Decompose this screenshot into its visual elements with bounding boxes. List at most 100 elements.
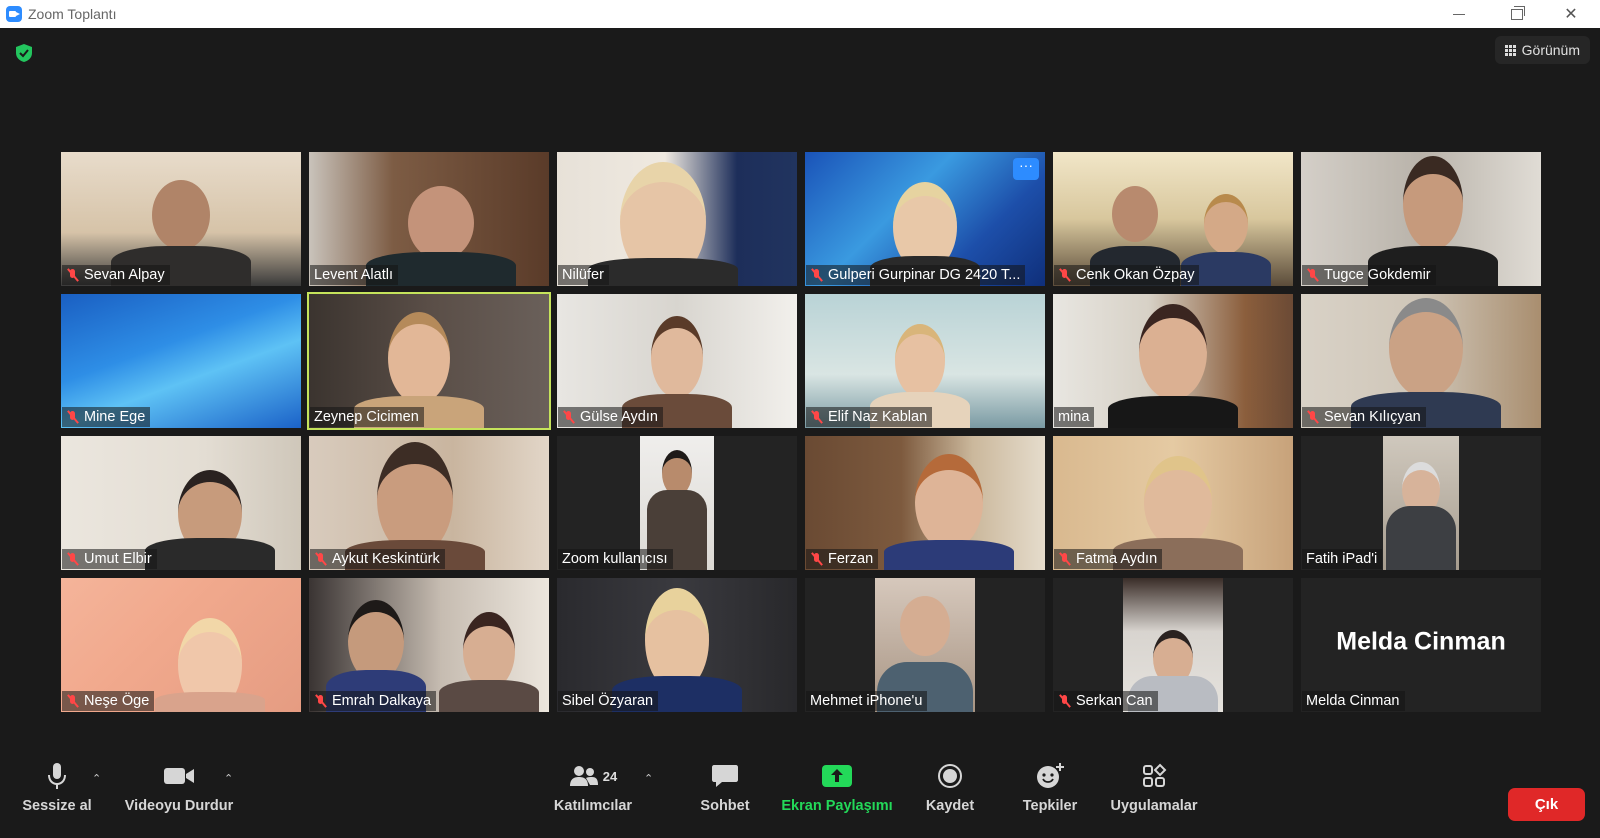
participant-name-tag: Gülse Aydın bbox=[558, 407, 663, 427]
video-tile[interactable]: Umut Elbir bbox=[61, 436, 301, 570]
participant-name-tag: Tugce Gokdemir bbox=[1302, 265, 1436, 285]
participant-name: Cenk Okan Özpay bbox=[1076, 267, 1195, 283]
video-tile[interactable]: Ferzan bbox=[805, 436, 1045, 570]
video-tile[interactable]: Zoom kullanıcısı bbox=[557, 436, 797, 570]
video-tile[interactable]: mina bbox=[1053, 294, 1293, 428]
participant-name-tag: Fatma Aydın bbox=[1054, 549, 1163, 569]
record-button[interactable]: Kaydet bbox=[912, 758, 988, 814]
participant-name: Mehmet iPhone'u bbox=[810, 693, 923, 709]
participant-name: Sevan Alpay bbox=[84, 267, 165, 283]
video-tile[interactable]: Elif Naz Kablan bbox=[805, 294, 1045, 428]
video-tile[interactable]: Sevan Kılıçyan bbox=[1301, 294, 1541, 428]
video-tile[interactable]: Sibel Özyaran bbox=[557, 578, 797, 712]
participant-name: Nilüfer bbox=[562, 267, 604, 283]
participant-name: Levent Alatlı bbox=[314, 267, 393, 283]
muted-mic-icon bbox=[810, 410, 824, 424]
participant-name-tag: Elif Naz Kablan bbox=[806, 407, 933, 427]
video-gallery: Sevan Alpay Levent Alatlı Nilüfer ··· Gu… bbox=[61, 152, 1541, 712]
participant-name: Serkan Can bbox=[1076, 693, 1153, 709]
share-screen-button[interactable]: Ekran Paylaşımı bbox=[778, 758, 896, 814]
participant-name-tag: Umut Elbir bbox=[62, 549, 157, 569]
video-tile[interactable]: Serkan Can bbox=[1053, 578, 1293, 712]
participant-name: Fatih iPad'i bbox=[1306, 551, 1378, 567]
video-tile[interactable]: Neşe Öge bbox=[61, 578, 301, 712]
participant-name: Mine Ege bbox=[84, 409, 146, 425]
participant-name: Neşe Öge bbox=[84, 693, 150, 709]
participant-name-tag: Cenk Okan Özpay bbox=[1054, 265, 1200, 285]
stop-video-button[interactable]: Videoyu Durdur bbox=[118, 758, 240, 814]
view-label: Görünüm bbox=[1521, 42, 1580, 58]
participant-name-tag: Fatih iPad'i bbox=[1302, 549, 1383, 569]
video-camera-icon bbox=[163, 758, 195, 794]
muted-mic-icon bbox=[810, 268, 824, 282]
participant-display-name: Melda Cinman bbox=[1336, 627, 1506, 656]
video-tile[interactable]: Cenk Okan Özpay bbox=[1053, 152, 1293, 286]
participant-name-tag: Levent Alatlı bbox=[310, 265, 398, 285]
participant-name-tag: Sevan Kılıçyan bbox=[1302, 407, 1426, 427]
close-icon: ✕ bbox=[1564, 6, 1578, 23]
video-tile[interactable]: Sevan Alpay bbox=[61, 152, 301, 286]
participant-name-tag: mina bbox=[1054, 407, 1095, 427]
leave-meeting-button[interactable]: Çık bbox=[1508, 788, 1585, 821]
video-tile[interactable]: Gülse Aydın bbox=[557, 294, 797, 428]
participant-name: Elif Naz Kablan bbox=[828, 409, 928, 425]
participant-name: mina bbox=[1058, 409, 1090, 425]
video-options-caret[interactable]: ⌃ bbox=[224, 772, 233, 785]
participants-button[interactable]: 24 Katılımcılar bbox=[552, 758, 634, 814]
muted-mic-icon bbox=[1058, 268, 1072, 282]
reactions-button[interactable]: Tepkiler bbox=[1010, 758, 1090, 814]
minimize-button[interactable] bbox=[1436, 0, 1482, 28]
muted-mic-icon bbox=[1306, 268, 1320, 282]
participant-name: Aykut Keskintürk bbox=[332, 551, 440, 567]
restore-button[interactable] bbox=[1494, 0, 1540, 28]
audio-options-caret[interactable]: ⌃ bbox=[92, 772, 101, 785]
muted-mic-icon bbox=[66, 694, 80, 708]
encryption-shield-icon[interactable] bbox=[13, 42, 35, 64]
share-screen-icon bbox=[822, 758, 852, 794]
window-titlebar: Zoom Toplantı ✕ bbox=[0, 0, 1600, 28]
more-options-button[interactable]: ··· bbox=[1013, 158, 1039, 180]
view-button[interactable]: Görünüm bbox=[1494, 36, 1590, 64]
muted-mic-icon bbox=[810, 552, 824, 566]
video-tile-active-speaker[interactable]: Zeynep Cicimen bbox=[307, 292, 551, 430]
video-tile[interactable]: Tugce Gokdemir bbox=[1301, 152, 1541, 286]
zoom-logo-icon bbox=[6, 6, 22, 22]
minimize-icon bbox=[1453, 13, 1465, 15]
participant-name: Sevan Kılıçyan bbox=[1324, 409, 1421, 425]
participants-options-caret[interactable]: ⌃ bbox=[644, 772, 653, 785]
video-tile-camera-off[interactable]: Melda Cinman Melda Cinman bbox=[1301, 578, 1541, 712]
video-tile[interactable]: ··· Gulperi Gurpinar DG 2420 T... bbox=[805, 152, 1045, 286]
participant-name-tag: Emrah Dalkaya bbox=[310, 691, 437, 711]
chat-button[interactable]: Sohbet bbox=[690, 758, 760, 814]
muted-mic-icon bbox=[66, 268, 80, 282]
participant-name-tag: Zoom kullanıcısı bbox=[558, 549, 673, 569]
chat-bubble-icon bbox=[711, 758, 739, 794]
participants-icon bbox=[569, 766, 598, 786]
video-tile[interactable]: Aykut Keskintürk bbox=[309, 436, 549, 570]
participant-name: Ferzan bbox=[828, 551, 874, 567]
video-tile[interactable]: Nilüfer bbox=[557, 152, 797, 286]
video-tile[interactable]: Levent Alatlı bbox=[309, 152, 549, 286]
apps-icon bbox=[1141, 758, 1167, 794]
video-tile[interactable]: Fatih iPad'i bbox=[1301, 436, 1541, 570]
participant-name-tag: Zeynep Cicimen bbox=[310, 407, 424, 427]
video-tile[interactable]: Emrah Dalkaya bbox=[309, 578, 549, 712]
meeting-toolbar: Sessize al ⌃ Videoyu Durdur ⌃ 24 Katılım… bbox=[0, 758, 1600, 838]
participant-name: Tugce Gokdemir bbox=[1324, 267, 1431, 283]
participant-name: Zoom kullanıcısı bbox=[562, 551, 668, 567]
video-tile[interactable]: Mine Ege bbox=[61, 294, 301, 428]
close-button[interactable]: ✕ bbox=[1548, 0, 1594, 28]
participant-name-tag: Serkan Can bbox=[1054, 691, 1158, 711]
muted-mic-icon bbox=[66, 552, 80, 566]
video-tile[interactable]: Fatma Aydın bbox=[1053, 436, 1293, 570]
mute-button[interactable]: Sessize al bbox=[14, 758, 100, 814]
muted-mic-icon bbox=[562, 410, 576, 424]
muted-mic-icon bbox=[1306, 410, 1320, 424]
participant-name: Emrah Dalkaya bbox=[332, 693, 432, 709]
participant-name: Melda Cinman bbox=[1306, 693, 1400, 709]
participant-name-tag: Aykut Keskintürk bbox=[310, 549, 445, 569]
video-tile[interactable]: Mehmet iPhone'u bbox=[805, 578, 1045, 712]
apps-button[interactable]: Uygulamalar bbox=[1104, 758, 1204, 814]
participant-name: Gulperi Gurpinar DG 2420 T... bbox=[828, 267, 1021, 283]
microphone-icon bbox=[46, 758, 68, 794]
